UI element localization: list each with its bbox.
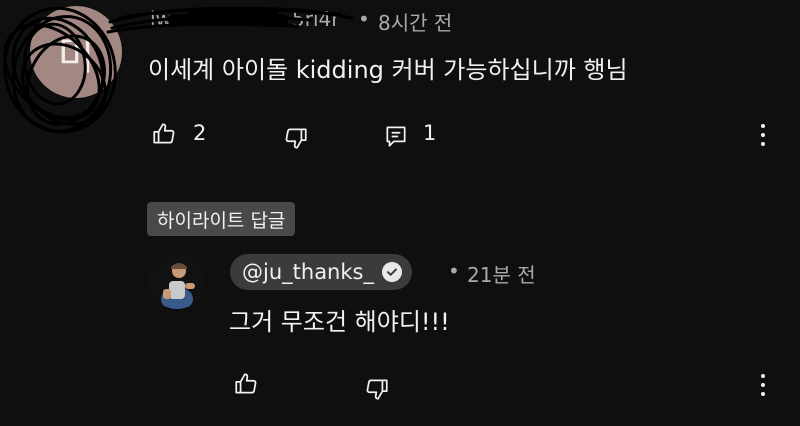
like-button[interactable] bbox=[148, 116, 180, 152]
verified-check-icon bbox=[381, 262, 402, 282]
reply-author-chip[interactable]: @ju_thanks_ bbox=[230, 254, 412, 290]
more-vert-icon bbox=[761, 124, 765, 128]
reply-like-button[interactable] bbox=[230, 366, 262, 402]
more-vert-icon bbox=[761, 374, 765, 378]
highlighted-reply-badge: 하이라이트 답글 bbox=[147, 202, 296, 236]
thumbs-down-icon bbox=[366, 379, 388, 400]
reply-button[interactable] bbox=[380, 118, 412, 154]
reply-time: 21분 전 bbox=[467, 263, 536, 287]
reply-author-avatar[interactable] bbox=[149, 253, 205, 309]
reply-text: 그거 무조건 해야디!!! bbox=[229, 308, 450, 336]
dislike-button[interactable] bbox=[280, 120, 312, 156]
reply-meta-separator: • bbox=[448, 259, 460, 283]
comment-icon bbox=[386, 126, 406, 147]
comment-time: 8시간 전 bbox=[378, 11, 453, 35]
thumbs-up-icon bbox=[153, 123, 175, 144]
like-count: 2 bbox=[193, 121, 207, 145]
thumbs-up-icon bbox=[235, 373, 257, 394]
thumbs-down-icon bbox=[285, 128, 307, 149]
comment-text: 이세계 아이돌 kidding 커버 가능하십니까 행님 bbox=[148, 56, 628, 84]
reply-count: 1 bbox=[423, 121, 437, 145]
comment-more-button[interactable] bbox=[748, 115, 778, 155]
reply-more-button[interactable] bbox=[748, 365, 778, 405]
reply-author-name: @ju_thanks_ bbox=[242, 260, 374, 284]
reply-dislike-button[interactable] bbox=[361, 371, 393, 407]
